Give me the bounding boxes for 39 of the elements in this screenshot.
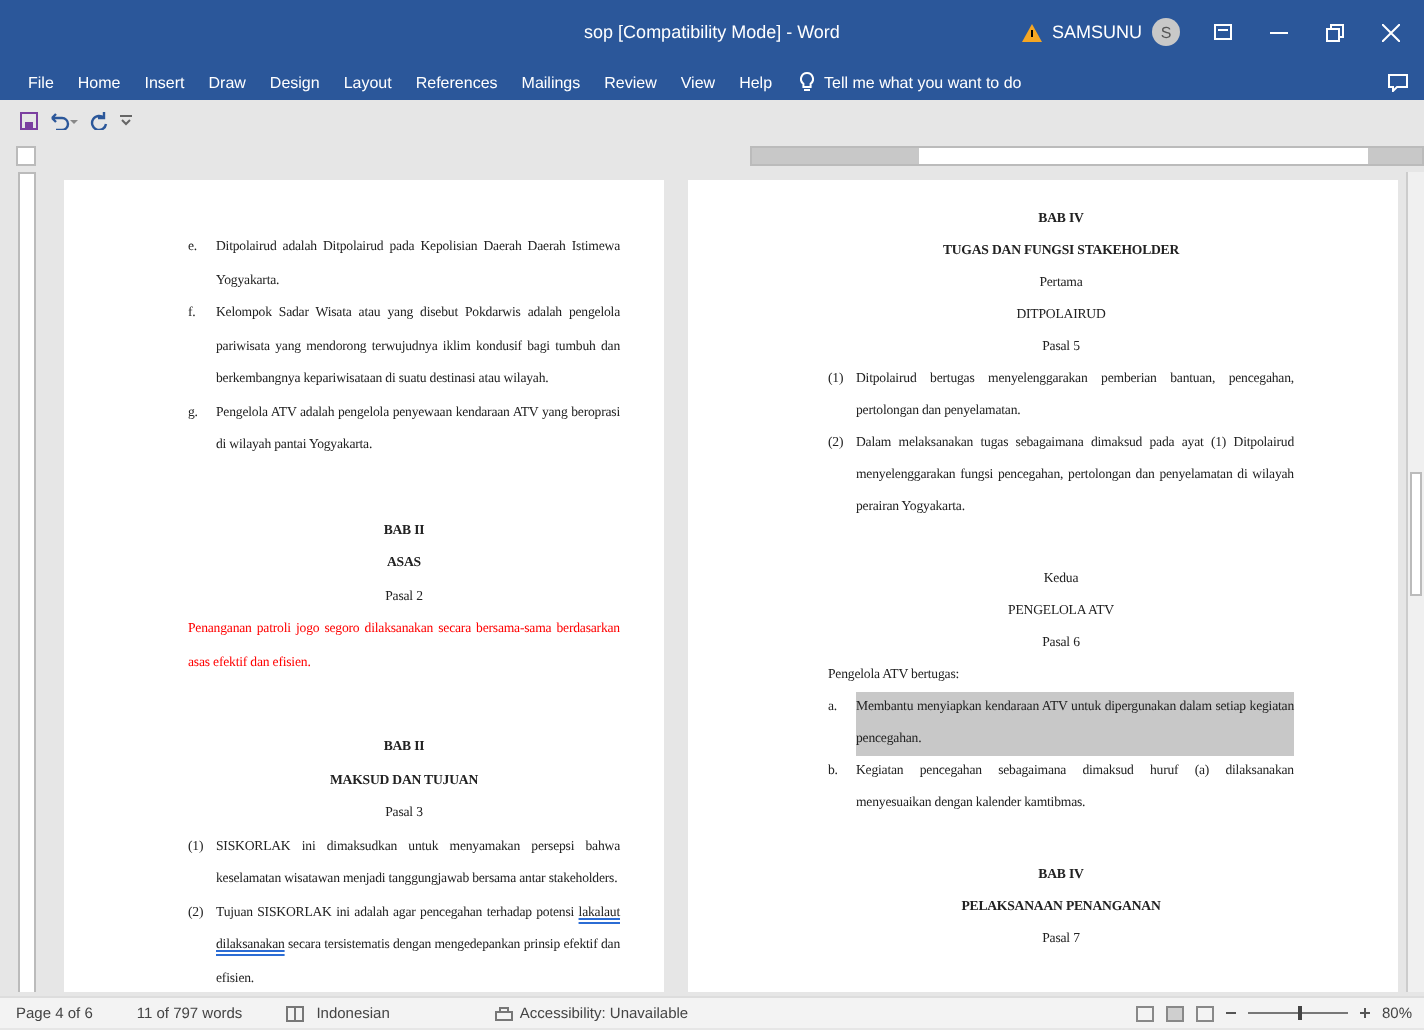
ribbon-tab[interactable]: Draw — [196, 69, 258, 95]
vertical-scrollbar[interactable] — [1406, 172, 1424, 992]
warning-icon — [1021, 23, 1042, 41]
ribbon-display-button[interactable] — [1208, 18, 1236, 46]
read-mode-button[interactable] — [1135, 1005, 1154, 1021]
minimize-icon — [1269, 31, 1287, 33]
lightbulb-icon — [800, 72, 815, 92]
zoom-out-icon[interactable] — [1225, 1008, 1236, 1018]
ribbon-tab[interactable]: Design — [257, 69, 332, 95]
ribbon-tab[interactable]: Mailings — [509, 69, 593, 95]
ribbon-tab[interactable]: Layout — [331, 69, 404, 95]
accessibility-icon[interactable] — [493, 1005, 514, 1021]
scroll-thumb[interactable] — [1410, 472, 1422, 596]
ribbon-display-icon — [1213, 24, 1231, 40]
close-button[interactable] — [1376, 18, 1404, 46]
user-name: SAMSUNU — [1051, 22, 1142, 42]
zoom-in-icon[interactable] — [1359, 1008, 1370, 1018]
customize-icon[interactable] — [120, 114, 132, 126]
ribbon-tab[interactable]: View — [668, 69, 728, 95]
restore-icon — [1325, 23, 1343, 41]
ribbon-tab[interactable]: Help — [727, 69, 785, 95]
save-icon[interactable] — [20, 111, 38, 129]
restore-button[interactable] — [1320, 18, 1348, 46]
zoom-slider-thumb[interactable] — [1297, 1006, 1302, 1020]
window-title: sop [Compatibility Mode] - Word — [584, 22, 840, 42]
avatar[interactable]: S — [1152, 18, 1180, 46]
print-layout-button[interactable] — [1165, 1005, 1184, 1021]
web-layout-button[interactable] — [1195, 1005, 1214, 1021]
ribbon-tab[interactable]: Review — [592, 69, 669, 95]
undo-icon[interactable] — [50, 111, 78, 129]
ribbon-tab[interactable]: File — [16, 69, 66, 95]
proofing-icon[interactable] — [286, 1005, 305, 1021]
tell-me-field[interactable]: Tell me what you want to do — [800, 72, 1105, 92]
ribbon-tab[interactable]: Home — [65, 69, 133, 95]
ribbon-tab[interactable]: Insert — [132, 69, 197, 95]
comment-icon[interactable] — [1388, 73, 1408, 91]
redo-icon[interactable] — [90, 111, 108, 129]
close-icon — [1381, 23, 1399, 41]
ribbon-tab[interactable]: References — [403, 69, 510, 95]
